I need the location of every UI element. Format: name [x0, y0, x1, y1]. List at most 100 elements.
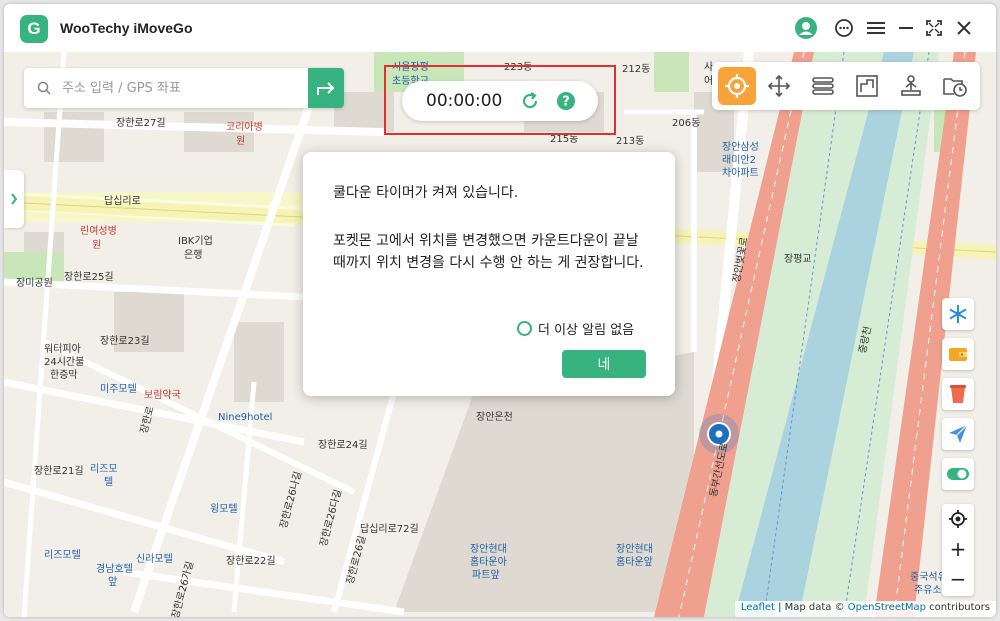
leaflet-link[interactable]: Leaflet	[741, 602, 775, 613]
two-spot-mode-button[interactable]	[804, 67, 842, 105]
account-button[interactable]	[794, 16, 818, 40]
history-folder-icon	[943, 78, 967, 97]
map-label: 리즈모텔	[44, 550, 81, 561]
wallet-button[interactable]	[942, 338, 974, 370]
timer-help-button[interactable]: ?	[556, 91, 576, 115]
history-button[interactable]	[936, 67, 974, 105]
map-label: IBK기업	[178, 236, 213, 247]
map-label: 장한로27길	[116, 118, 166, 129]
search-icon	[37, 81, 51, 95]
multi-route-icon	[856, 75, 878, 97]
map-label: 홈타운앞	[616, 557, 653, 568]
map-label: 린여성병	[80, 226, 117, 237]
side-panel-toggle[interactable]	[4, 170, 24, 228]
timer-reset-button[interactable]	[520, 91, 540, 115]
dialog-message: 포켓몬 고에서 위치를 변경했으면 카운트다운이 끝날 때까지 위치 변경을 다…	[333, 233, 644, 271]
paper-plane-icon	[949, 424, 968, 443]
minimize-button[interactable]	[894, 16, 918, 40]
mode-toolbar	[712, 62, 980, 110]
search-box	[24, 68, 344, 108]
map-label: 답십리로	[104, 196, 141, 207]
map-label: 보림약국	[144, 390, 181, 401]
map-label: 원	[236, 136, 246, 147]
map-label: 텔	[104, 477, 114, 488]
cup-icon	[950, 385, 966, 403]
close-button[interactable]	[952, 16, 976, 40]
map-label: 윙모텔	[210, 504, 238, 515]
search-go-button[interactable]	[308, 68, 344, 108]
chat-icon	[835, 19, 853, 37]
map-label: 파트앞	[472, 570, 500, 581]
map-view[interactable]: 장한로27길 코리아병 원 답십리로 린여성병 원 IBK기업 은행 장한로25…	[4, 52, 996, 617]
attribution-separator: | Map data ©	[774, 602, 848, 613]
map-label: 장한로23길	[100, 336, 150, 347]
map-label: 신라모텔	[136, 554, 173, 565]
dont-show-again-option[interactable]: 더 이상 알림 없음	[517, 319, 634, 338]
svg-text:?: ?	[562, 95, 570, 110]
dont-show-radio[interactable]	[517, 321, 532, 336]
map-label: 장한로21길	[34, 466, 84, 477]
map-attribution: Leaflet | Map data © OpenStreetMap contr…	[734, 601, 996, 617]
multi-spot-mode-button[interactable]	[848, 67, 886, 105]
map-label: 장한로24길	[318, 440, 368, 451]
map-label: 212동	[622, 64, 651, 75]
wallet-icon	[949, 348, 967, 361]
minimize-icon	[899, 27, 913, 29]
map-label: 213동	[616, 136, 645, 147]
help-icon: ?	[557, 92, 575, 110]
person-jump-icon	[901, 75, 921, 96]
go-arrow-icon	[317, 82, 335, 95]
user-icon	[795, 17, 817, 39]
map-label: 장안온천	[476, 412, 513, 423]
map-label: 주유소	[914, 585, 942, 596]
map-label: 장평교	[784, 254, 812, 265]
freeze-button[interactable]	[942, 298, 974, 330]
cooldown-timer: 00:00:00 ?	[402, 81, 598, 121]
map-label: 한증막	[50, 370, 78, 381]
teleport-mode-button[interactable]	[718, 67, 756, 105]
toggle-switch-icon	[947, 468, 969, 480]
route-lines-icon	[812, 77, 834, 95]
hamburger-icon	[867, 22, 885, 34]
zoom-control: + −	[942, 504, 974, 596]
chevron-right-icon	[11, 193, 18, 205]
joystick-mode-button[interactable]	[760, 67, 798, 105]
navigation-button[interactable]	[942, 418, 974, 450]
jump-teleport-button[interactable]	[892, 67, 930, 105]
confirm-button[interactable]: 네	[562, 350, 646, 378]
menu-button[interactable]	[864, 16, 888, 40]
title-bar: G WooTechy iMoveGo	[4, 4, 996, 52]
zoom-in-button[interactable]: +	[942, 534, 974, 564]
map-label: 답십리로72길	[360, 524, 419, 535]
timer-value: 00:00:00	[426, 91, 503, 111]
feedback-button[interactable]	[832, 16, 856, 40]
crosshair-icon	[725, 74, 749, 98]
close-icon	[957, 21, 971, 35]
dont-show-label: 더 이상 알림 없음	[538, 323, 635, 338]
app-title: WooTechy iMoveGo	[60, 20, 193, 36]
locate-icon	[949, 510, 967, 528]
map-label: 차아파트	[722, 168, 759, 179]
map-label: 코리아병	[226, 122, 263, 133]
osm-link[interactable]: OpenStreetMap	[848, 602, 926, 613]
cooldown-button[interactable]	[942, 378, 974, 410]
maximize-icon	[926, 20, 942, 36]
app-window: G WooTechy iMoveGo 장한로27길 코리아병 원 답십리로 린여…	[4, 4, 996, 617]
app-logo: G	[20, 15, 48, 43]
map-label: 206동	[672, 118, 701, 129]
map-label: 장한로22길	[226, 556, 276, 567]
toggle-button[interactable]	[942, 458, 974, 490]
snowflake-icon	[949, 305, 967, 323]
attribution-contributors: contributors	[926, 602, 990, 613]
zoom-out-button[interactable]: −	[942, 564, 974, 594]
move-arrows-icon	[767, 74, 791, 98]
map-label: 원	[92, 240, 102, 251]
map-label: 앞	[108, 577, 118, 588]
search-input[interactable]	[62, 77, 292, 99]
map-label: 은행	[184, 250, 203, 261]
maximize-button[interactable]	[922, 16, 946, 40]
cooldown-dialog: 쿨다운 타이머가 켜져 있습니다. 포켓몬 고에서 위치를 변경했으면 카운트다…	[303, 152, 675, 396]
map-label: 장미공원	[16, 278, 53, 289]
locate-me-button[interactable]	[942, 504, 974, 534]
refresh-icon	[522, 92, 538, 109]
